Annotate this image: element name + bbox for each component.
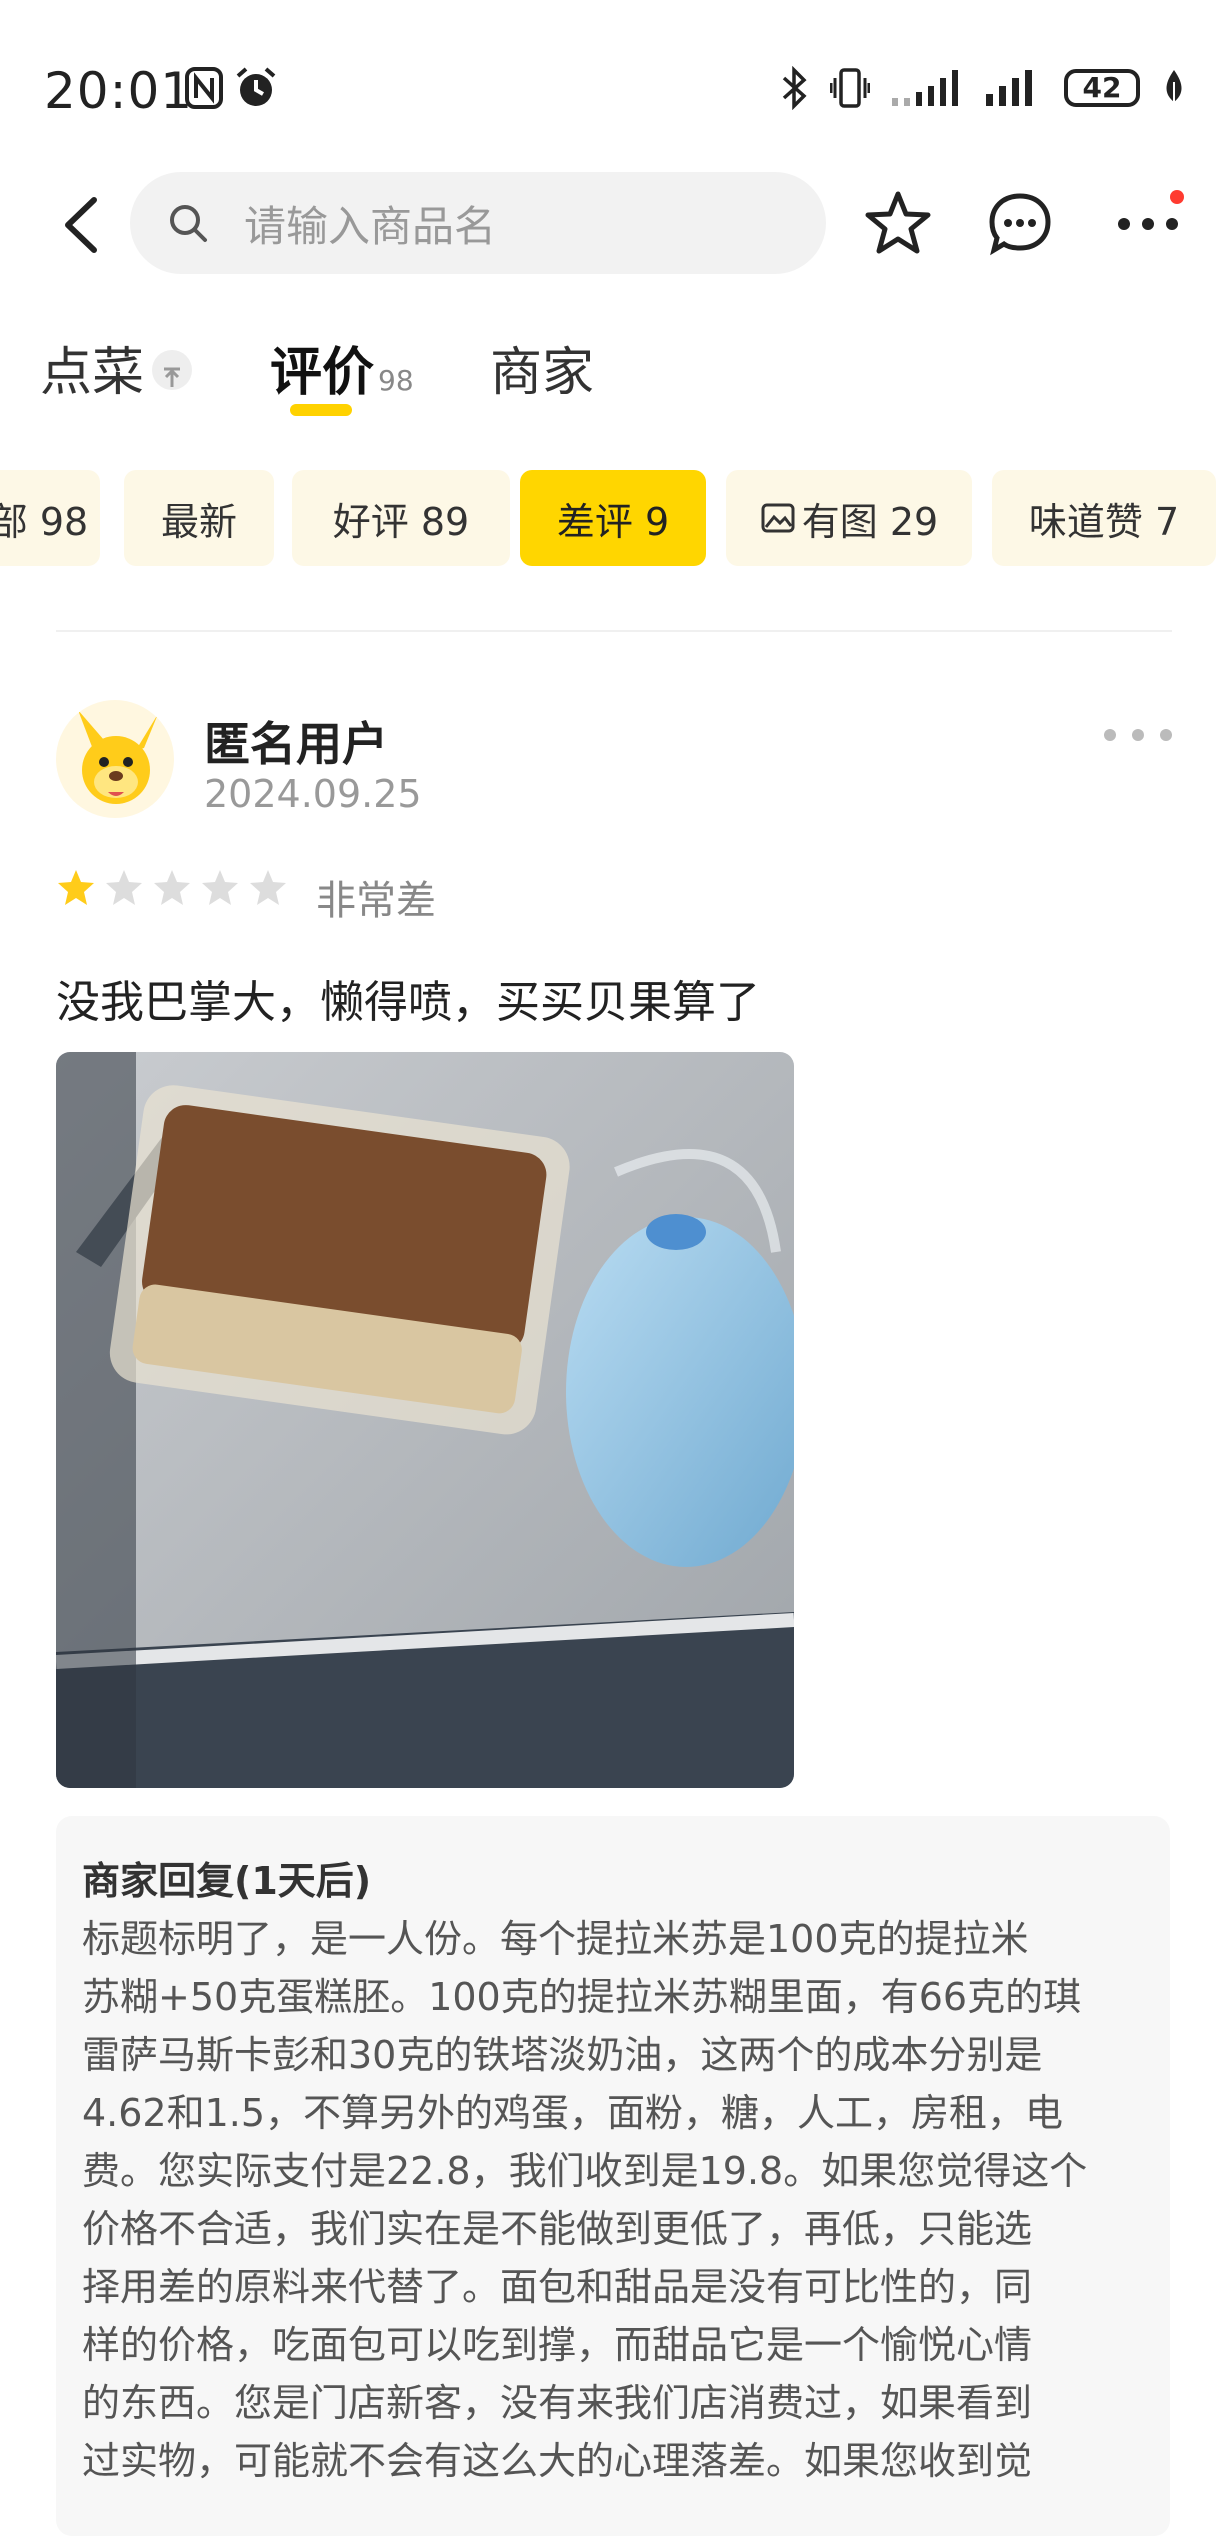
pin-icon: [152, 350, 193, 390]
star-empty-icon: [154, 870, 190, 905]
chip-label: 好评 89: [332, 499, 470, 544]
star-rating: [56, 868, 288, 908]
reply-line: 费。您实际支付是22.8，我们收到是19.8。如果您觉得这个: [82, 2149, 1088, 2193]
vibrate-icon: [830, 68, 870, 108]
tab-label: 点菜: [40, 343, 145, 403]
tab-count: 98: [378, 364, 414, 397]
reply-title: 商家回复(1天后): [82, 1859, 372, 1903]
chip-label: 味道赞 7: [1028, 499, 1180, 544]
reply-line: 苏糊+50克蛋糕胚。100克的提拉米苏糊里面，有66克的琪: [82, 1975, 1082, 2019]
chip-label: 差评 9: [556, 499, 670, 544]
reply-line: 标题标明了，是一人份。每个提拉米苏是100克的提拉米: [82, 1917, 1029, 1961]
user-name: 匿名用户: [204, 717, 388, 771]
search-input[interactable]: 请输入商品名: [130, 172, 826, 274]
star-empty-icon: [106, 870, 142, 905]
review-photo[interactable]: [56, 1052, 794, 1788]
star-filled-icon: [58, 870, 94, 905]
tab-label: 评价: [270, 343, 375, 403]
notification-dot: [1170, 190, 1184, 204]
star-empty-icon: [250, 870, 286, 905]
review-text: 没我巴掌大，懒得喷，买买贝果算了: [56, 977, 760, 1028]
alarm-icon: [234, 66, 278, 114]
bluetooth-icon: [782, 66, 807, 110]
reply-line: 过实物，可能就不会有这么大的心理落差。如果您收到觉: [82, 2439, 1033, 2483]
filter-chip-negative[interactable]: 差评 9: [520, 470, 706, 566]
divider: [56, 630, 1172, 632]
tab-indicator: [290, 404, 352, 416]
reply-line: 择用差的原料来代替了。面包和甜品是没有可比性的，同: [82, 2265, 1033, 2309]
chip-label: 有图 29: [801, 499, 939, 544]
battery-icon: 42: [1064, 69, 1140, 107]
star-empty-icon: [202, 870, 238, 905]
filter-chip-tasty[interactable]: 味道赞 7: [992, 470, 1216, 566]
avatar[interactable]: [56, 700, 174, 818]
signal-icon: [986, 70, 1032, 106]
reply-line: 4.62和1.5，不算另外的鸡蛋，面粉，糖，人工，房租，电: [82, 2091, 1064, 2135]
search-placeholder: 请输入商品名: [244, 201, 497, 251]
tab-label: 商家: [490, 343, 595, 403]
chip-label: 全部 98: [0, 499, 89, 544]
tab-reviews[interactable]: 评价 98: [270, 330, 414, 405]
star-icon[interactable]: [860, 186, 936, 262]
signal-icon: [892, 70, 958, 106]
rating-label: 非常差: [316, 878, 436, 924]
reply-text: 标题标明了，是一人份。每个提拉米苏是100克的提拉米 苏糊+50克蛋糕胚。100…: [82, 1910, 1162, 2490]
status-icons: 42: [780, 66, 1186, 110]
chat-icon[interactable]: [982, 186, 1058, 262]
chip-label: 最新: [160, 499, 237, 544]
tab-merchant[interactable]: 商家: [490, 330, 594, 405]
review-more-icon[interactable]: [1100, 720, 1176, 750]
filter-chip-positive[interactable]: 好评 89: [292, 470, 510, 566]
reply-line: 雷萨马斯卡彭和30克的铁塔淡奶油，这两个的成本分别是: [82, 2033, 1043, 2077]
filter-chip-with-photo[interactable]: 有图 29: [726, 470, 972, 566]
nfc-icon: [184, 66, 224, 114]
image-icon: [761, 503, 795, 533]
leaf-icon: [1166, 70, 1182, 106]
filter-chips: 全部 98 最新 好评 89 差评 9 有图 29 味道赞 7: [0, 470, 1224, 566]
status-time: 20:01: [44, 62, 194, 120]
search-icon: [170, 205, 207, 242]
filter-chip-latest[interactable]: 最新: [124, 470, 274, 566]
reply-line: 样的价格，吃面包可以吃到撑，而甜品它是一个愉悦心情: [82, 2323, 1033, 2367]
review-date: 2024.09.25: [204, 772, 422, 816]
back-icon[interactable]: [54, 190, 114, 260]
reply-line: 的东西。您是门店新客，没有来我们店消费过，如果看到: [82, 2381, 1033, 2425]
tab-order[interactable]: 点菜: [40, 330, 193, 405]
reply-line: 价格不合适，我们实在是不能做到更低了，再低，只能选: [82, 2207, 1033, 2251]
filter-chip-all[interactable]: 全部 98: [0, 470, 100, 566]
